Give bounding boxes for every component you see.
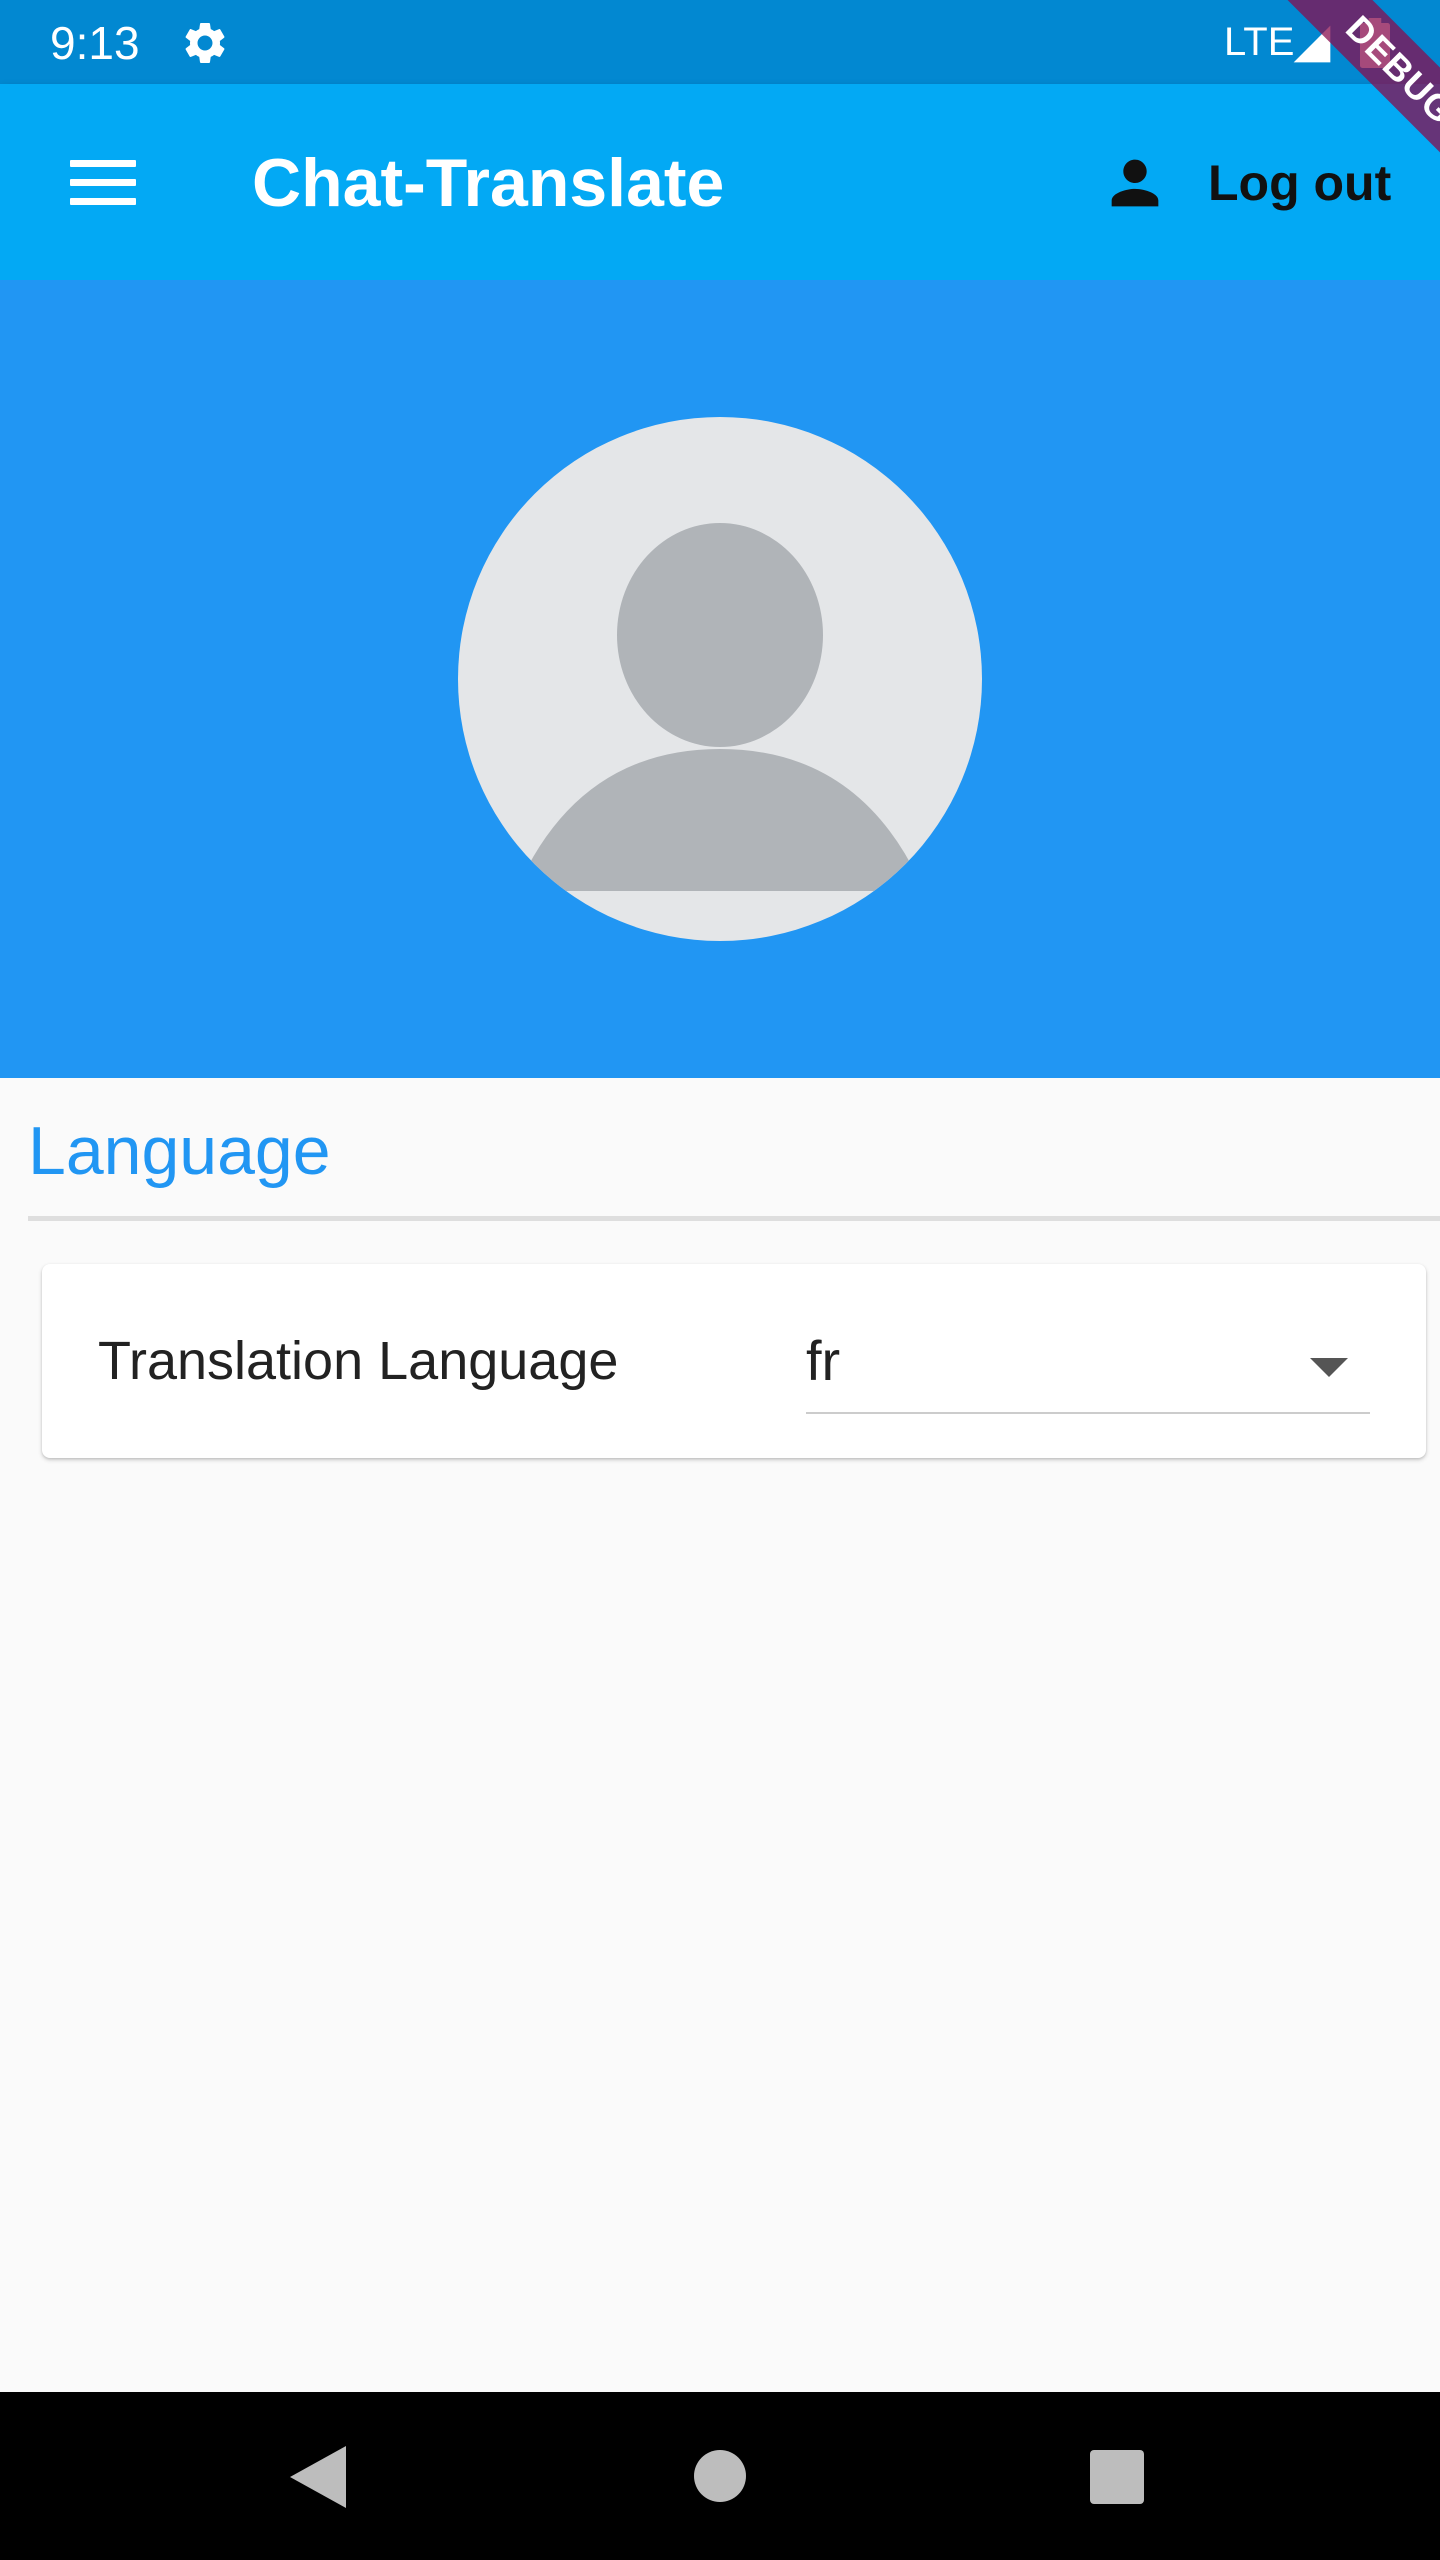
screen: 9:13 LTE Chat-Translate Log out DEBUG La… <box>0 0 1440 2560</box>
navigation-bar <box>0 2392 1440 2560</box>
translation-language-label: Translation Language <box>98 1331 619 1391</box>
person-icon <box>1111 159 1159 207</box>
section-divider <box>28 1216 1440 1221</box>
menu-icon <box>70 160 136 206</box>
dropdown-selected-value: fr <box>806 1329 841 1392</box>
default-avatar-icon[interactable] <box>458 417 982 941</box>
recents-icon[interactable] <box>1090 2450 1144 2504</box>
gear-icon <box>185 22 225 63</box>
language-dropdown[interactable]: fr <box>806 1304 1370 1414</box>
section-title-language: Language <box>28 1113 331 1189</box>
network-type: LTE <box>1224 20 1295 64</box>
logout-button[interactable]: Log out <box>1100 138 1391 228</box>
dropdown-underline <box>806 1412 1370 1414</box>
status-time: 9:13 <box>50 17 140 69</box>
app-title: Chat-Translate <box>252 145 725 221</box>
status-bar: 9:13 LTE <box>0 0 1440 84</box>
app-bar: Chat-Translate Log out <box>0 84 1440 280</box>
dropdown-arrow-icon <box>1310 1358 1348 1377</box>
menu-button[interactable] <box>48 128 158 238</box>
profile-header <box>0 280 1440 1078</box>
logout-label: Log out <box>1208 155 1392 211</box>
home-icon[interactable] <box>694 2450 746 2502</box>
translation-language-card: Translation Language fr <box>42 1264 1426 1458</box>
back-icon[interactable] <box>290 2446 346 2508</box>
